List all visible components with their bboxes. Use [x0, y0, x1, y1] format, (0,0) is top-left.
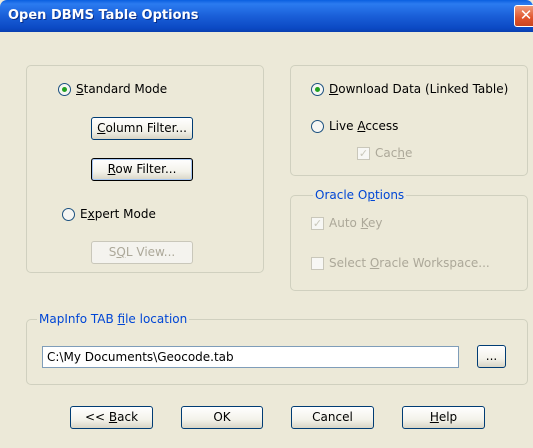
oracle-workspace-label[interactable]: Select Oracle Workspace... [329, 256, 490, 270]
help-button[interactable]: Help [402, 406, 485, 429]
live-access-radio[interactable] [311, 120, 324, 133]
window-title: Open DBMS Table Options [8, 8, 199, 23]
standard-mode-radio[interactable] [58, 83, 71, 96]
sql-view-button[interactable]: SQL View... [91, 241, 193, 264]
cache-checkbox[interactable]: ✓ [357, 147, 370, 160]
ok-button[interactable]: OK [181, 406, 263, 429]
tab-file-location-legend: MapInfo TAB file location [37, 312, 190, 326]
radio-selected-dot [62, 87, 67, 92]
oracle-workspace-checkbox[interactable] [311, 257, 324, 270]
live-access-label[interactable]: Live Access [329, 119, 398, 133]
download-data-label[interactable]: Download Data (Linked Table) [329, 82, 508, 96]
radio-selected-dot [315, 87, 320, 92]
expert-mode-radio[interactable] [62, 208, 75, 221]
expert-mode-label[interactable]: Expert Mode [80, 207, 156, 221]
auto-key-label[interactable]: Auto Key [329, 216, 382, 230]
download-data-radio[interactable] [311, 83, 324, 96]
row-filter-button[interactable]: Row Filter... [91, 158, 193, 181]
column-filter-button[interactable]: Column Filter... [91, 117, 193, 140]
cache-label[interactable]: Cache [375, 146, 412, 160]
title-bar: Open DBMS Table Options ✕ [0, 0, 533, 32]
close-button[interactable]: ✕ [514, 5, 533, 27]
close-icon: ✕ [519, 6, 533, 24]
oracle-options-group: Oracle Options [290, 188, 528, 291]
browse-button[interactable]: ... [477, 345, 506, 368]
cancel-button[interactable]: Cancel [291, 406, 374, 429]
standard-mode-label[interactable]: Standard Mode [76, 82, 167, 96]
auto-key-checkbox[interactable]: ✓ [311, 217, 324, 230]
back-button[interactable]: << Back [70, 406, 153, 429]
check-icon: ✓ [312, 217, 323, 230]
check-icon: ✓ [358, 147, 369, 160]
oracle-options-legend: Oracle Options [313, 188, 407, 202]
tab-file-path-field[interactable]: C:\My Documents\Geocode.tab [42, 346, 459, 368]
